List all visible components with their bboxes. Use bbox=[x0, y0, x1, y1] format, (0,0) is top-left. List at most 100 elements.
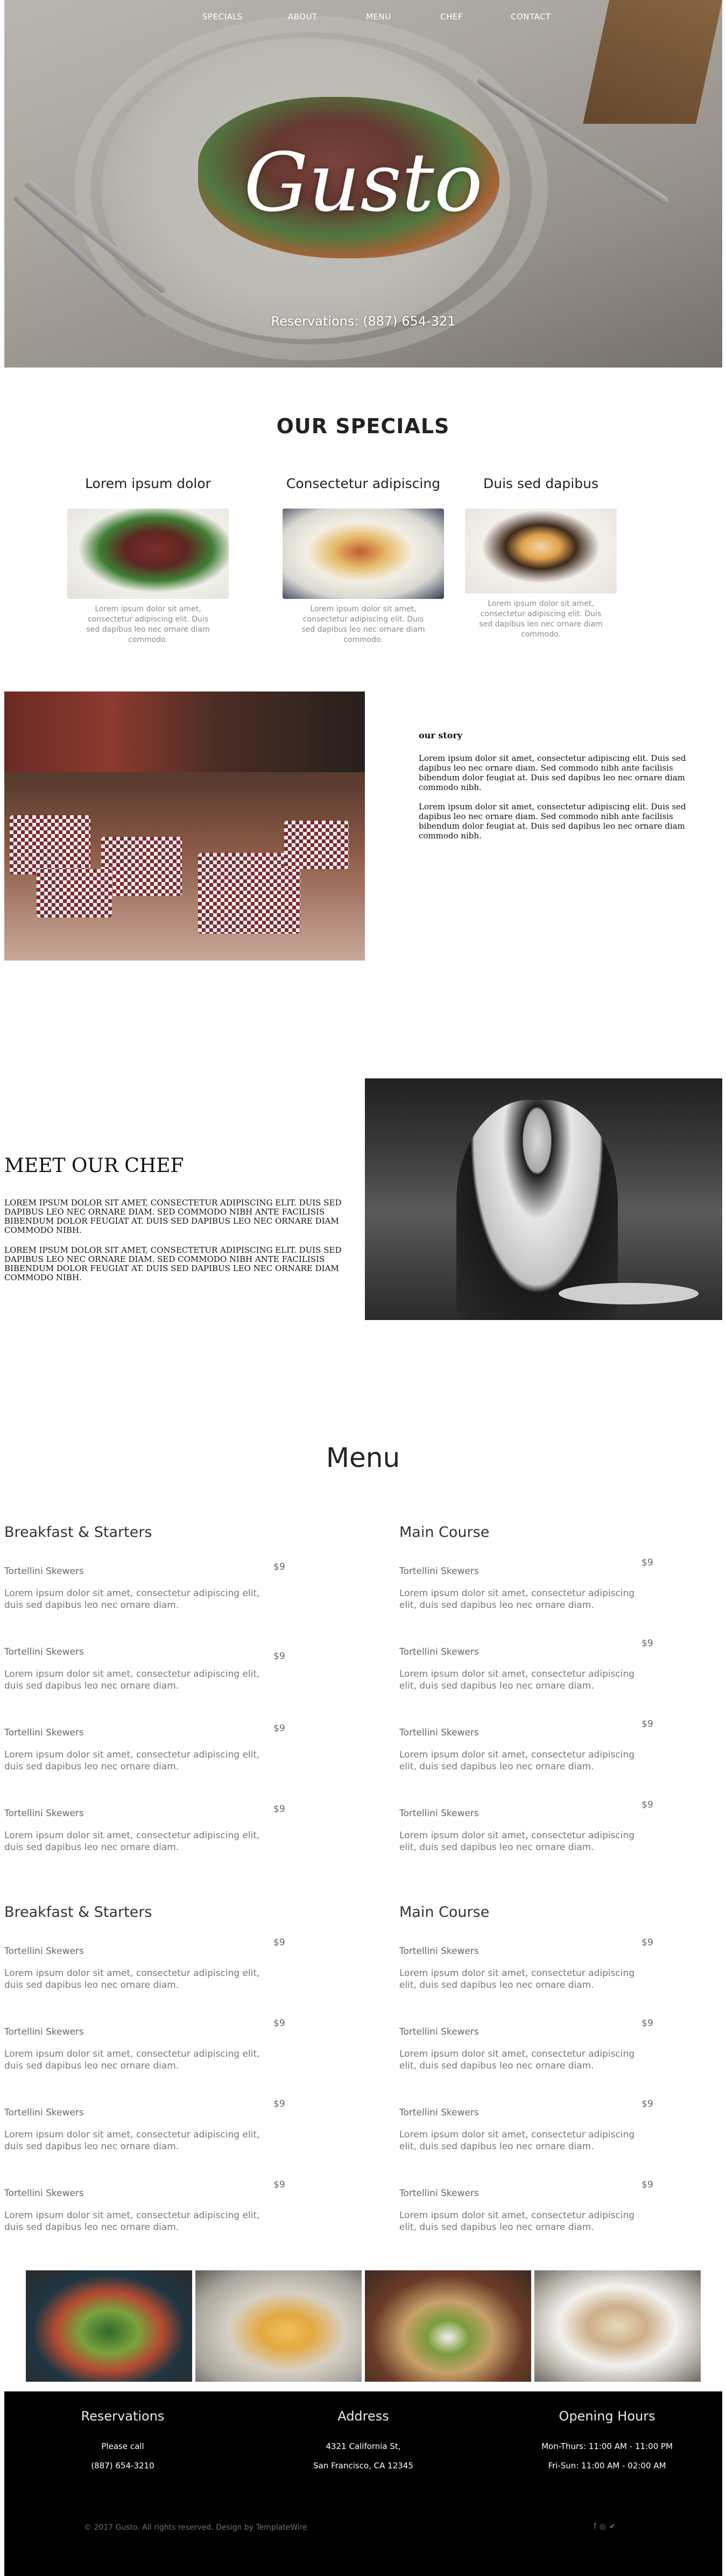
menu-item-name: Tortellini Skewers bbox=[4, 1647, 84, 1657]
menu-item-name: Tortellini Skewers bbox=[399, 1946, 479, 1957]
menu-item-price: $9 bbox=[642, 1719, 653, 1730]
menu-item-desc: Lorem ipsum dolor sit amet, consectetur … bbox=[4, 1749, 260, 1772]
footer-heading: Address bbox=[337, 2409, 389, 2424]
footer-text: San Francisco, CA 12345 bbox=[313, 2461, 413, 2471]
special-title: Lorem ipsum dolor bbox=[85, 476, 211, 491]
story-section: our story Lorem ipsum dolor sit amet, co… bbox=[419, 730, 704, 850]
menu-item-name: Tortellini Skewers bbox=[399, 1727, 479, 1738]
nav-about[interactable]: ABOUT bbox=[288, 12, 318, 22]
menu-item-price: $9 bbox=[273, 1937, 285, 1948]
menu-item: Tortellini Skewers $9 Lorem ipsum dolor … bbox=[399, 1638, 668, 1723]
menu-item-name: Tortellini Skewers bbox=[399, 1808, 479, 1819]
footer-text: Mon-Thurs: 11:00 AM - 11:00 PM bbox=[541, 2441, 673, 2451]
menu-item-price: $9 bbox=[273, 2179, 285, 2190]
gallery-photo[interactable] bbox=[534, 2270, 701, 2382]
menu-item-name: Tortellini Skewers bbox=[4, 1946, 84, 1957]
menu-item-name: Tortellini Skewers bbox=[4, 2188, 84, 2199]
menu-section: Main Course Tortellini Skewers $9 Lorem … bbox=[399, 1904, 668, 2264]
menu-item: Tortellini Skewers $9 Lorem ipsum dolor … bbox=[399, 2018, 668, 2103]
main-nav: SPECIALS ABOUT MENU CHEF CONTACT bbox=[4, 12, 722, 23]
menu-item: Tortellini Skewers $9 Lorem ipsum dolor … bbox=[4, 1804, 285, 1885]
menu-item-name: Tortellini Skewers bbox=[399, 1566, 479, 1577]
menu-item-desc: Lorem ipsum dolor sit amet, consectetur … bbox=[4, 2129, 260, 2152]
hero-banner: SPECIALS ABOUT MENU CHEF CONTACT Gusto R… bbox=[4, 0, 722, 368]
footer-text: 4321 California St, bbox=[326, 2441, 401, 2451]
special-text: Lorem ipsum dolor sit amet, consectetur … bbox=[86, 605, 210, 644]
special-title: Duis sed dapibus bbox=[483, 476, 598, 491]
story-heading: our story bbox=[419, 730, 463, 740]
chef-paragraph: Lorem ipsum dolor sit amet, consectetur … bbox=[4, 1245, 342, 1282]
menu-item-price: $9 bbox=[642, 1799, 653, 1810]
special-card: Lorem ipsum dolor Lorem ipsum dolor sit … bbox=[59, 476, 237, 645]
menu-item: Tortellini Skewers $9 Lorem ipsum dolor … bbox=[399, 1719, 668, 1804]
menu-item: Tortellini Skewers $9 Lorem ipsum dolor … bbox=[399, 1557, 668, 1642]
menu-item-desc: Lorem ipsum dolor sit amet, consectetur … bbox=[399, 1669, 635, 1691]
menu-item: Tortellini Skewers $9 Lorem ipsum dolor … bbox=[4, 1723, 285, 1804]
specials-title: OUR SPECIALS bbox=[276, 414, 450, 438]
menu-item-desc: Lorem ipsum dolor sit amet, consectetur … bbox=[4, 1830, 260, 1853]
special-text: Lorem ipsum dolor sit amet, consectetur … bbox=[479, 599, 603, 639]
menu-item: Tortellini Skewers $9 Lorem ipsum dolor … bbox=[4, 1642, 285, 1723]
story-paragraph: Lorem ipsum dolor sit amet, consectetur … bbox=[419, 802, 686, 841]
menu-item: Tortellini Skewers $9 Lorem ipsum dolor … bbox=[4, 1937, 285, 2022]
menu-item: Tortellini Skewers $9 Lorem ipsum dolor … bbox=[399, 2099, 668, 2184]
nav-specials[interactable]: SPECIALS bbox=[202, 12, 243, 22]
menu-item-desc: Lorem ipsum dolor sit amet, consectetur … bbox=[4, 2049, 260, 2071]
menu-item-name: Tortellini Skewers bbox=[4, 1566, 84, 1577]
footer-text: Fri-Sun: 11:00 AM - 02:00 AM bbox=[548, 2461, 666, 2471]
menu-section: Main Course Tortellini Skewers $9 Lorem … bbox=[399, 1524, 668, 1885]
footer-text: Please call bbox=[101, 2441, 144, 2451]
menu-item: Tortellini Skewers $9 Lorem ipsum dolor … bbox=[399, 1799, 668, 1885]
menu-item-desc: Lorem ipsum dolor sit amet, consectetur … bbox=[399, 2210, 635, 2233]
menu-item-name: Tortellini Skewers bbox=[399, 2027, 479, 2037]
restaurant-awning bbox=[4, 691, 365, 772]
menu-section: Breakfast & Starters Tortellini Skewers … bbox=[4, 1524, 285, 1885]
menu-item-price: $9 bbox=[642, 1638, 653, 1649]
gallery-photo[interactable] bbox=[26, 2270, 192, 2382]
restaurant-table bbox=[284, 821, 349, 869]
menu-item: Tortellini Skewers $9 Lorem ipsum dolor … bbox=[4, 2179, 285, 2264]
footer-hours: Opening Hours Mon-Thurs: 11:00 AM - 11:0… bbox=[505, 2409, 709, 2475]
menu-title: Menu bbox=[326, 1442, 400, 1473]
special-photo bbox=[283, 509, 444, 599]
menu-item-name: Tortellini Skewers bbox=[4, 1808, 84, 1819]
restaurant-table bbox=[10, 815, 90, 874]
gallery-photo[interactable] bbox=[195, 2270, 362, 2382]
footer-reservations: Reservations Please call (887) 654-3210 bbox=[20, 2409, 225, 2475]
footer-phone[interactable]: (887) 654-3210 bbox=[20, 2456, 225, 2475]
nav-contact[interactable]: CONTACT bbox=[511, 12, 551, 22]
special-photo bbox=[465, 509, 617, 594]
twitter-icon[interactable]: ✔ bbox=[609, 2522, 616, 2531]
special-text: Lorem ipsum dolor sit amet, consectetur … bbox=[301, 605, 425, 644]
menu-item-desc: Lorem ipsum dolor sit amet, consectetur … bbox=[399, 1588, 635, 1611]
restaurant-table bbox=[101, 837, 182, 896]
facebook-icon[interactable]: f bbox=[594, 2522, 596, 2531]
menu-item-price: $9 bbox=[273, 2018, 285, 2029]
menu-item-desc: Lorem ipsum dolor sit amet, consectetur … bbox=[4, 1588, 260, 1611]
footer-address: Address 4321 California St, San Francisc… bbox=[261, 2409, 466, 2475]
hero-reservations: Reservations: (887) 654-321 bbox=[271, 314, 456, 329]
menu-item-price: $9 bbox=[642, 2179, 653, 2190]
instagram-icon[interactable]: ◎ bbox=[600, 2522, 606, 2531]
menu-item-price: $9 bbox=[273, 1723, 285, 1734]
menu-item-price: $9 bbox=[273, 2099, 285, 2109]
nav-chef[interactable]: CHEF bbox=[440, 12, 463, 22]
menu-item-desc: Lorem ipsum dolor sit amet, consectetur … bbox=[399, 2129, 635, 2152]
menu-item-price: $9 bbox=[273, 1651, 285, 1662]
special-photo bbox=[67, 509, 229, 599]
menu-item-price: $9 bbox=[273, 1562, 285, 1572]
menu-item: Tortellini Skewers $9 Lorem ipsum dolor … bbox=[399, 2179, 668, 2264]
gallery-photo[interactable] bbox=[365, 2270, 531, 2382]
menu-item-name: Tortellini Skewers bbox=[399, 2188, 479, 2199]
menu-item-name: Tortellini Skewers bbox=[4, 1727, 84, 1738]
menu-item-desc: Lorem ipsum dolor sit amet, consectetur … bbox=[4, 1968, 260, 1991]
menu-item-price: $9 bbox=[642, 1937, 653, 1948]
restaurant-table bbox=[37, 869, 112, 918]
menu-section-heading: Main Course bbox=[399, 1904, 490, 1921]
nav-menu[interactable]: MENU bbox=[366, 12, 391, 22]
menu-item-price: $9 bbox=[642, 1557, 653, 1568]
chef-section: MEET OUR CHEF Lorem ipsum dolor sit amet… bbox=[4, 1155, 360, 1293]
menu-item-name: Tortellini Skewers bbox=[399, 1647, 479, 1657]
special-card: Consectetur adipiscing Lorem ipsum dolor… bbox=[274, 476, 452, 645]
social-links: f ◎ ✔ bbox=[594, 2522, 619, 2531]
